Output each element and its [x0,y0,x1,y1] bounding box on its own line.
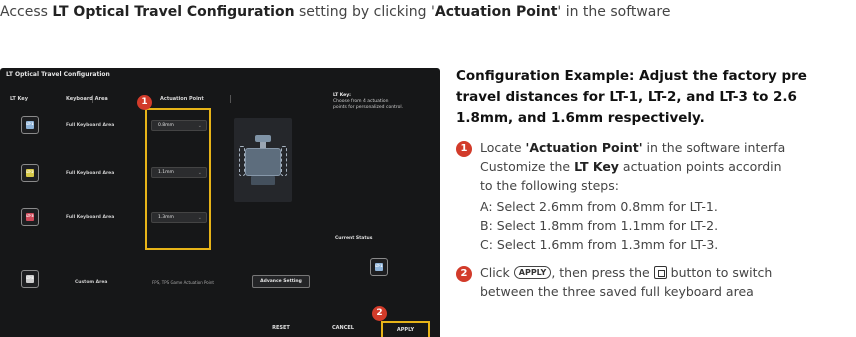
lt-2-key-label: LT-2 [26,170,34,174]
header-keyboard-area: Keyboard Area [66,96,108,102]
custom-area-note: FPS, TPS Game Actuation Point [152,280,214,285]
lt-key-info-title: LT Key: [333,93,351,98]
software-window: LT Optical Travel Configuration LT Key K… [0,68,440,337]
lt-2-key-icon[interactable]: LT-2 [21,164,39,182]
title-line: 1.8mm, and 1.6mm respectively. [456,110,705,126]
text-fragment: button to switch [666,265,773,280]
lt-3-area-label: Full Keyboard Area [66,215,115,220]
switch-base [251,176,275,185]
lt-4-key-label: LT-4 [26,276,34,280]
step-number-2: 2 [456,266,472,282]
lt-4-key-icon[interactable]: LT-4 [21,270,39,288]
text-fragment: Click [480,265,514,280]
window-title: LT Optical Travel Configuration [6,71,110,78]
reset-button[interactable]: RESET [256,321,306,335]
lt-key-info-desc: Choose from 4 actuation points for perso… [333,99,403,110]
callout-badge-1: 1 [137,95,152,110]
apply-key-icon: APPLY [513,266,552,279]
switch-housing [245,148,281,176]
configuration-example-title: Configuration Example: Adjust the factor… [456,66,856,129]
instructions-panel: Configuration Example: Adjust the factor… [456,66,856,301]
substep-a: A: Select 2.6mm from 0.8mm for LT-1. [480,199,718,214]
text-fragment: Customize the [480,159,575,174]
step-2-text: Click APPLY, then press the button to sw… [480,263,856,301]
header-lt-key: LT Key [10,96,28,102]
switch-keycap-top [255,135,271,142]
header-divider [230,95,231,103]
lt-1-area-label: Full Keyboard Area [66,123,115,128]
header-actuation-point: Actuation Point [160,96,204,102]
step-1: 1 Locate 'Actuation Point' in the softwa… [456,138,856,254]
step-number-1: 1 [456,141,472,157]
step-1-line: Locate 'Actuation Point' in the software… [480,138,856,157]
lt-key-term: LT Key [574,159,619,174]
lt-3-key-icon[interactable]: LT-3 [21,208,39,226]
apply-button[interactable]: APPLY [381,321,430,337]
intro-actuation-point: Actuation Point [434,4,558,20]
step-2-line: Click APPLY, then press the button to sw… [480,263,856,282]
text-fragment: in the software interfa [642,140,786,155]
step-1-line: Customize the LT Key actuation points ac… [480,157,856,176]
step-2: 2 Click APPLY, then press the button to … [456,263,856,301]
cancel-button[interactable]: CANCEL [318,321,368,335]
switch-spring [281,146,287,176]
intro-text: Access LT Optical Travel Configuration s… [0,4,856,20]
lt-key-info: LT Key: Choose from 4 actuation points f… [333,93,403,111]
current-status-key-icon: LT-1 [370,258,388,276]
intro-suffix: ' in the software [557,4,671,20]
actuation-point-term: 'Actuation Point' [525,140,643,155]
substep-c: C: Select 1.6mm from 1.3mm for LT-3. [480,237,719,252]
step-1-line: to the following steps: [480,178,619,193]
lt-3-key-label: LT-3 [26,214,34,218]
intro-feature-name: LT Optical Travel Configuration [52,4,295,20]
lt-1-key-label: LT-1 [26,122,34,126]
substep-b: B: Select 1.8mm from 1.1mm for LT-2. [480,218,719,233]
callout-badge-2: 2 [372,306,387,321]
text-fragment: Locate [480,140,526,155]
title-line: Configuration Example: Adjust the factor… [456,68,807,84]
step-2-line: between the three saved full keyboard ar… [480,284,754,299]
actuation-highlight-box [145,108,211,250]
lt-1-key-icon[interactable]: LT-1 [21,116,39,134]
optical-switch-illustration [234,118,292,202]
step-1-text: Locate 'Actuation Point' in the software… [480,138,856,254]
text-fragment: , then press the [551,265,654,280]
intro-prefix: Access [0,4,53,20]
advance-setting-button[interactable]: Advance Setting [252,275,310,288]
intro-middle: setting by clicking ' [294,4,435,20]
lt-2-area-label: Full Keyboard Area [66,171,115,176]
title-line: travel distances for LT-1, LT-2, and LT-… [456,89,797,105]
lt-switch-button-icon [653,266,667,279]
current-status-label: Current Status [335,236,373,241]
custom-area-label: Custom Area [75,280,108,285]
status-key-label: LT-1 [375,264,383,268]
text-fragment: actuation points accordin [618,159,782,174]
